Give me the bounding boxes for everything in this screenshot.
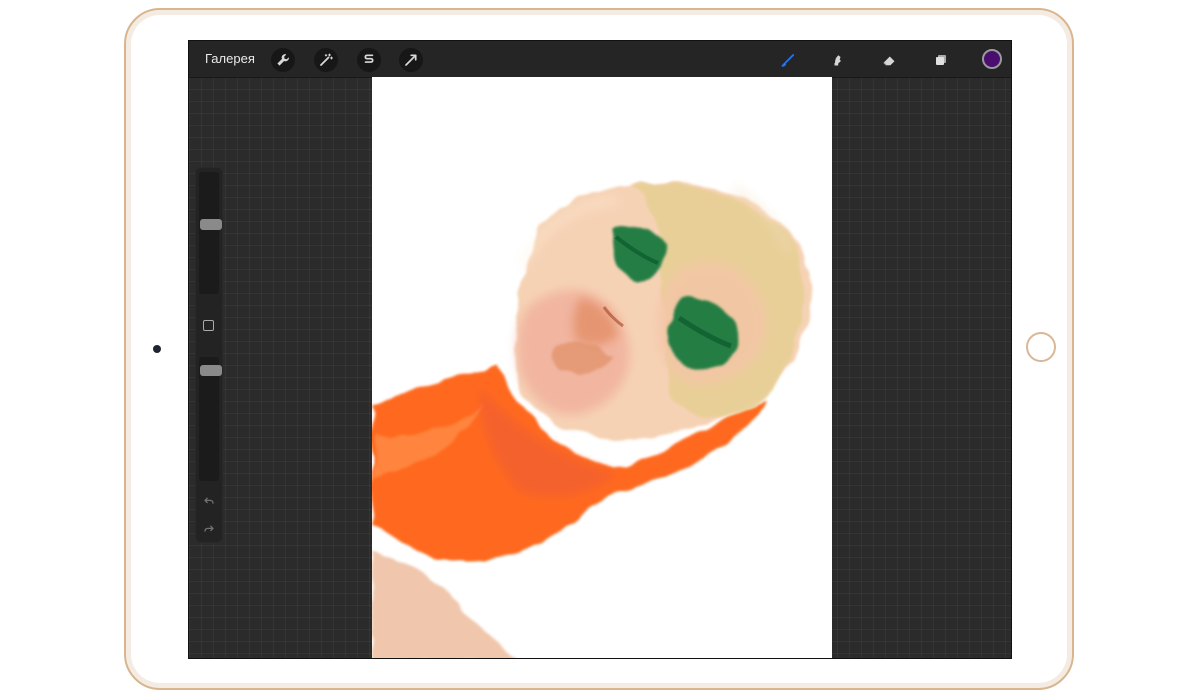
layers-button[interactable]: [929, 48, 953, 72]
drawing-canvas[interactable]: [372, 77, 832, 658]
brush-size-slider[interactable]: [199, 172, 222, 294]
selection-button[interactable]: [357, 48, 381, 72]
color-picker-swatch[interactable]: [982, 49, 1002, 69]
transform-button[interactable]: [399, 48, 423, 72]
camera-icon: [153, 345, 161, 353]
procreate-screen: Галерея: [188, 40, 1012, 659]
opacity-thumb[interactable]: [200, 365, 222, 376]
home-button[interactable]: [1026, 332, 1056, 362]
portrait-painting: [372, 181, 812, 658]
brush-tool-button[interactable]: [776, 48, 800, 72]
brush-size-thumb[interactable]: [200, 219, 222, 230]
actions-button[interactable]: [271, 48, 295, 72]
top-toolbar: Галерея: [189, 41, 1011, 78]
adjustments-button[interactable]: [314, 48, 338, 72]
transform-arrow-icon: [405, 54, 417, 66]
wrench-icon: [277, 54, 289, 66]
opacity-slider[interactable]: [199, 357, 222, 481]
brush-sidebar: [195, 167, 223, 543]
redo-icon[interactable]: [203, 523, 215, 535]
layers-icon: [936, 55, 946, 65]
smudge-tool-button[interactable]: [826, 48, 850, 72]
smudge-icon: [834, 55, 841, 66]
selection-s-icon: [364, 54, 374, 63]
eraser-tool-button[interactable]: [877, 48, 901, 72]
eraser-icon: [883, 56, 895, 66]
brush-icon: [781, 54, 795, 67]
gallery-link[interactable]: Галерея: [205, 52, 255, 66]
undo-icon[interactable]: [203, 495, 215, 507]
square-icon[interactable]: [203, 320, 214, 331]
magic-wand-icon: [320, 53, 333, 66]
